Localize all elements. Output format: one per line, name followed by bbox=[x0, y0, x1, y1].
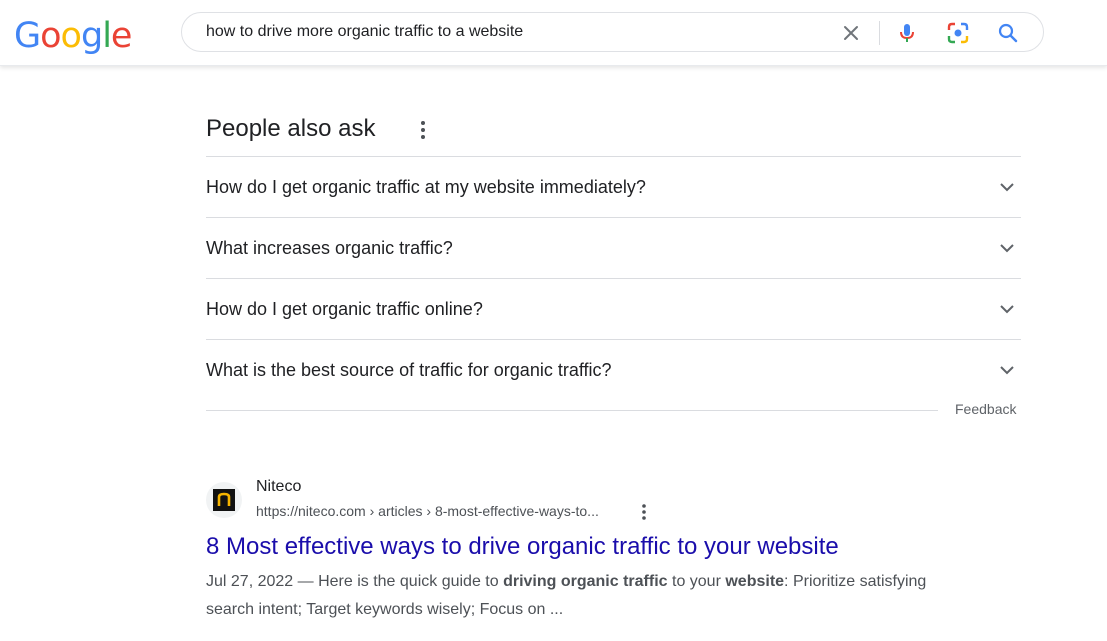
site-url[interactable]: https://niteco.com › articles › 8-most-e… bbox=[256, 503, 599, 519]
paa-question[interactable]: What is the best source of traffic for o… bbox=[206, 339, 1021, 400]
search-divider bbox=[879, 21, 880, 45]
chevron-down-icon bbox=[1000, 244, 1014, 253]
search-icon[interactable] bbox=[996, 21, 1020, 45]
result-snippet: Jul 27, 2022 — Here is the quick guide t… bbox=[206, 568, 946, 624]
paa-question-text: How do I get organic traffic at my websi… bbox=[206, 176, 646, 197]
microphone-icon[interactable] bbox=[895, 21, 919, 45]
chevron-down-icon bbox=[1000, 183, 1014, 192]
snippet-highlight: driving organic traffic bbox=[503, 573, 668, 590]
people-also-ask-title: People also ask bbox=[206, 115, 376, 142]
site-favicon-icon[interactable] bbox=[206, 482, 242, 518]
chevron-down-icon bbox=[1000, 305, 1014, 314]
result-options-icon[interactable] bbox=[638, 502, 650, 522]
google-logo[interactable]: Google bbox=[14, 16, 132, 56]
result-title-link[interactable]: 8 Most effective ways to drive organic t… bbox=[206, 532, 839, 562]
paa-divider bbox=[206, 410, 938, 411]
paa-question-text: What increases organic traffic? bbox=[206, 237, 453, 258]
paa-question[interactable]: How do I get organic traffic at my websi… bbox=[206, 156, 1021, 217]
people-also-ask-list: How do I get organic traffic at my websi… bbox=[206, 156, 1021, 400]
clear-icon[interactable] bbox=[839, 21, 863, 45]
lens-icon[interactable] bbox=[946, 21, 970, 45]
paa-question[interactable]: What increases organic traffic? bbox=[206, 217, 1021, 278]
feedback-link[interactable]: Feedback bbox=[955, 401, 1016, 417]
snippet-text: to your bbox=[667, 573, 726, 590]
paa-question-text: What is the best source of traffic for o… bbox=[206, 359, 612, 380]
result-date: Jul 27, 2022 bbox=[206, 573, 294, 590]
site-name[interactable]: Niteco bbox=[256, 478, 301, 496]
paa-question-text: How do I get organic traffic online? bbox=[206, 298, 483, 319]
paa-question[interactable]: How do I get organic traffic online? bbox=[206, 278, 1021, 339]
header: Google bbox=[0, 0, 1107, 66]
snippet-highlight: website bbox=[725, 573, 785, 590]
chevron-down-icon bbox=[1000, 366, 1014, 375]
search-input[interactable] bbox=[206, 21, 806, 43]
more-options-icon[interactable] bbox=[413, 118, 433, 142]
search-box bbox=[181, 12, 1044, 52]
snippet-text: — Here is the quick guide to bbox=[293, 573, 504, 590]
